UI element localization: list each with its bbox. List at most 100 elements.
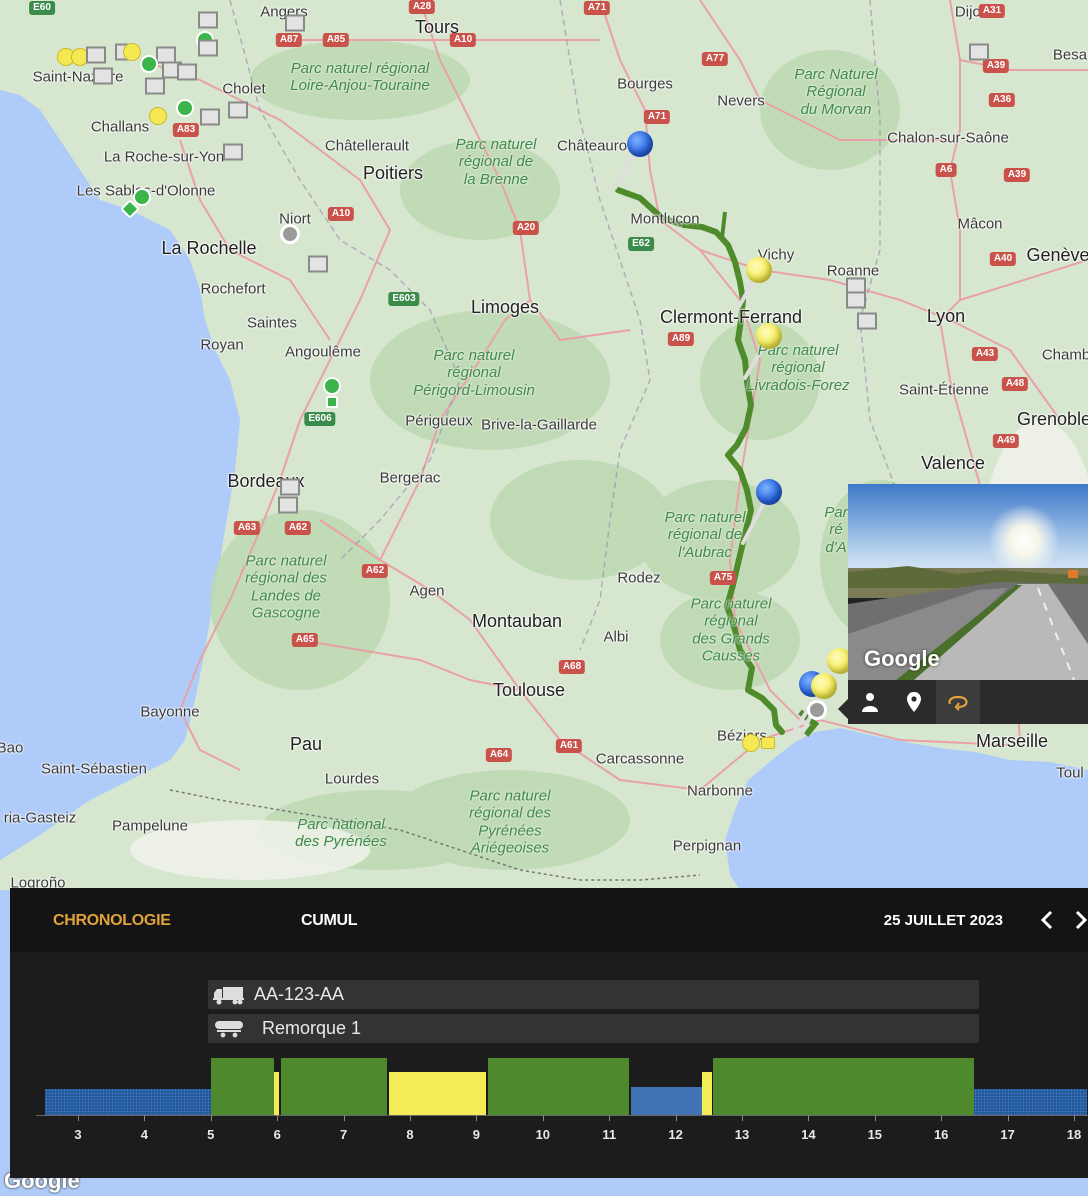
timeline-tick bbox=[874, 1115, 876, 1121]
previous-day-button[interactable] bbox=[1034, 906, 1060, 934]
timeline-tick bbox=[675, 1115, 677, 1121]
map-yellow-marker[interactable] bbox=[123, 43, 141, 61]
map-grey-marker[interactable] bbox=[280, 224, 300, 244]
vehicle-plate: AA-123-AA bbox=[254, 984, 345, 1004]
timeline-hour-label: 12 bbox=[668, 1127, 683, 1142]
timeline-tick bbox=[410, 1115, 411, 1121]
city-label: Châtellerault bbox=[324, 137, 410, 155]
map-square-marker[interactable] bbox=[198, 39, 218, 57]
timeline-tick bbox=[542, 1115, 544, 1121]
road-shield: A39 bbox=[982, 59, 1010, 73]
tab-cumul[interactable]: CUMUL bbox=[301, 912, 358, 930]
city-label: Poitiers bbox=[362, 163, 424, 183]
timeline-segment-driving[interactable] bbox=[713, 1058, 975, 1115]
park-label: Parc Naturel Régional du Morvan bbox=[794, 66, 878, 118]
city-label: La Rochelle bbox=[161, 238, 257, 258]
activity-timeline[interactable]: 3 4 5 6 7 8 9 10 11 12 13 14 15 16 17 18 bbox=[36, 1048, 1088, 1148]
pegman-button[interactable] bbox=[848, 680, 892, 724]
map-square-marker[interactable] bbox=[857, 312, 877, 330]
map-square-marker[interactable] bbox=[198, 11, 218, 29]
city-label: Grenoble bbox=[1016, 409, 1088, 429]
tab-chronologie[interactable]: CHRONOLOGIE bbox=[53, 912, 171, 930]
map-square-marker[interactable] bbox=[200, 108, 220, 126]
park-label: Parc naturel régional Périgord-Limousin bbox=[413, 347, 535, 399]
map-green-square-marker[interactable] bbox=[326, 396, 338, 408]
map-square-marker[interactable] bbox=[280, 478, 300, 496]
timeline-hour-label: 15 bbox=[867, 1127, 883, 1142]
timeline-panel: CHRONOLOGIE CUMUL 25 JUILLET 2023 AA-123… bbox=[10, 888, 1088, 1178]
map-square-marker[interactable] bbox=[308, 255, 328, 273]
timeline-tick bbox=[343, 1115, 345, 1121]
road-shield: E606 bbox=[304, 412, 336, 426]
city-label: Roanne bbox=[826, 262, 880, 280]
timeline-hour-label: 6 bbox=[273, 1127, 281, 1142]
map-square-marker[interactable] bbox=[93, 67, 113, 85]
road-shield: A71 bbox=[583, 1, 611, 15]
city-label: Niort bbox=[279, 210, 311, 228]
map-yellow-marker[interactable] bbox=[149, 107, 167, 125]
map-green-marker[interactable] bbox=[323, 377, 341, 395]
timeline-tick bbox=[1007, 1115, 1009, 1121]
city-label: Saintes bbox=[246, 314, 298, 332]
map-yellow-marker[interactable] bbox=[742, 734, 760, 752]
trailer-row[interactable]: Remorque 1 bbox=[208, 1014, 979, 1043]
map-square-marker[interactable] bbox=[846, 291, 866, 309]
timeline-segment-off[interactable] bbox=[974, 1089, 1088, 1115]
city-label: Agen bbox=[409, 582, 445, 600]
map-yellow-square-marker[interactable] bbox=[761, 737, 775, 749]
road-shield: E60 bbox=[29, 1, 55, 15]
map-green-marker[interactable] bbox=[176, 99, 194, 117]
vehicle-row[interactable]: AA-123-AA bbox=[208, 980, 979, 1009]
map-green-marker[interactable] bbox=[133, 188, 151, 206]
map-yellow-pin[interactable] bbox=[811, 673, 837, 699]
timeline-segment-work[interactable] bbox=[702, 1072, 713, 1115]
road-shield: A64 bbox=[485, 748, 513, 762]
city-label: Genève bbox=[1026, 245, 1088, 265]
park-label: Parc naturel régional des Pyrénées Ariég… bbox=[469, 787, 551, 857]
map-square-marker[interactable] bbox=[86, 46, 106, 64]
city-label: Saint-Sébastien bbox=[41, 760, 147, 778]
map-square-marker[interactable] bbox=[145, 77, 165, 95]
city-label: Challans bbox=[90, 118, 150, 136]
timeline-tick bbox=[742, 1115, 743, 1121]
timeline-segment-work[interactable] bbox=[388, 1072, 487, 1115]
map-square-marker[interactable] bbox=[177, 63, 197, 81]
map-square-marker[interactable] bbox=[278, 496, 298, 514]
timeline-segment-rest[interactable] bbox=[631, 1087, 703, 1115]
map-square-marker[interactable] bbox=[228, 101, 248, 119]
timeline-segment-off[interactable] bbox=[44, 1089, 211, 1115]
timeline-segment-driving[interactable] bbox=[210, 1058, 274, 1115]
map-yellow-pin[interactable] bbox=[746, 257, 772, 283]
map-grey-marker[interactable] bbox=[807, 700, 827, 720]
park-label: Parc naturel régional Loire-Anjou-Tourai… bbox=[290, 59, 430, 94]
next-day-button[interactable] bbox=[1068, 906, 1088, 934]
road-shield: A61 bbox=[555, 739, 583, 753]
timeline-segment-driving[interactable] bbox=[488, 1058, 630, 1115]
map-square-marker[interactable] bbox=[285, 14, 305, 32]
map-square-marker[interactable] bbox=[223, 143, 243, 161]
streetview-toolbar bbox=[848, 680, 1088, 724]
timeline-tick bbox=[941, 1115, 943, 1121]
chevron-right-icon bbox=[1075, 910, 1088, 930]
streetview-panel[interactable]: Google bbox=[848, 484, 1088, 724]
map-square-marker[interactable] bbox=[969, 43, 989, 61]
road-shield: A48 bbox=[1001, 377, 1029, 391]
map-blue-pin[interactable] bbox=[627, 131, 653, 157]
timeline-tick bbox=[210, 1115, 212, 1121]
timeline-hour-label: 17 bbox=[1000, 1127, 1015, 1142]
road-shield: A39 bbox=[1003, 168, 1031, 182]
city-label: Pampelune bbox=[112, 817, 188, 835]
timeline-segment-work[interactable] bbox=[273, 1072, 279, 1115]
map-blue-pin[interactable] bbox=[756, 479, 782, 505]
timeline-hour-label: 14 bbox=[801, 1127, 816, 1142]
map-green-marker[interactable] bbox=[140, 55, 158, 73]
city-label: Rodez bbox=[617, 569, 661, 587]
rotate-button[interactable] bbox=[936, 680, 980, 724]
timeline-segment-driving[interactable] bbox=[280, 1058, 387, 1115]
timeline-tick bbox=[277, 1115, 279, 1121]
road-shield: A87 bbox=[275, 33, 303, 47]
map-yellow-pin[interactable] bbox=[756, 323, 782, 349]
location-pin-button[interactable] bbox=[892, 680, 936, 724]
timeline-hour-label: 8 bbox=[406, 1127, 414, 1142]
road-shield: E62 bbox=[628, 237, 654, 251]
